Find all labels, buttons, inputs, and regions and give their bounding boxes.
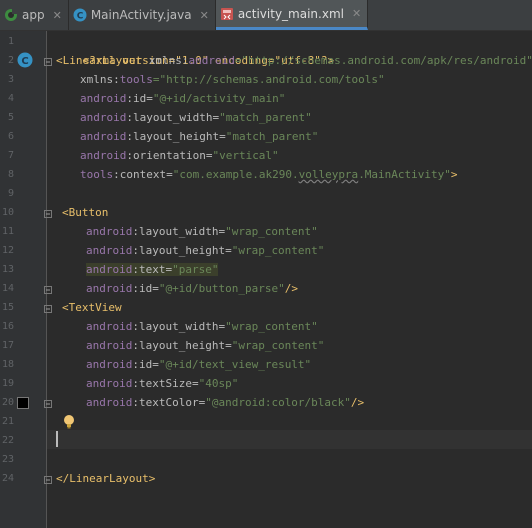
code-line: tools:context="com.example.ak290.volleyp… bbox=[80, 168, 458, 181]
class-marker-icon[interactable]: C bbox=[17, 52, 33, 71]
line-number: 14 bbox=[1, 283, 14, 294]
line-number: 17 bbox=[1, 340, 14, 351]
editor-tab-bar: app ✕ C MainActivity.java ✕ activity_mai… bbox=[0, 0, 532, 31]
code-line: android:layout_height="wrap_content" bbox=[86, 244, 325, 257]
android-module-icon bbox=[4, 8, 18, 22]
tab-mainactivity-java[interactable]: C MainActivity.java ✕ bbox=[69, 0, 216, 30]
line-number: 8 bbox=[7, 169, 14, 180]
fold-marker-icon[interactable] bbox=[44, 398, 52, 408]
fold-marker-icon[interactable] bbox=[44, 56, 52, 66]
line-number: 24 bbox=[1, 473, 14, 484]
line-number: 1 bbox=[7, 36, 14, 47]
line-number: 13 bbox=[1, 264, 14, 275]
code-line: android:layout_height="wrap_content" bbox=[86, 339, 325, 352]
close-icon[interactable]: ✕ bbox=[352, 7, 361, 20]
line-number: 4 bbox=[7, 93, 14, 104]
line-number: 18 bbox=[1, 359, 14, 370]
line-number: 16 bbox=[1, 321, 14, 332]
tab-label: MainActivity.java bbox=[90, 8, 192, 22]
code-line: <Button bbox=[62, 206, 109, 219]
line-number: 22 bbox=[1, 435, 14, 446]
code-line: <TextView bbox=[62, 301, 122, 314]
line-number: 10 bbox=[1, 207, 14, 218]
class-icon: C bbox=[73, 8, 87, 22]
line-number: 21 bbox=[1, 416, 14, 427]
code-line: android:layout_width="wrap_content" bbox=[86, 225, 318, 238]
code-line: android:orientation="vertical" bbox=[80, 149, 279, 162]
close-icon[interactable]: ✕ bbox=[200, 9, 209, 22]
line-number: 20 bbox=[1, 397, 14, 408]
code-line: android:id="@+id/activity_main" bbox=[80, 92, 286, 105]
line-number: 2 bbox=[7, 55, 14, 66]
line-number: 11 bbox=[1, 226, 14, 237]
code-editor[interactable]: 1 2 3 4 5 6 7 8 9 10 11 12 13 14 15 16 1… bbox=[0, 31, 532, 528]
tab-app[interactable]: app ✕ bbox=[0, 0, 69, 30]
code-line: </LinearLayout> bbox=[56, 472, 156, 485]
line-number: 5 bbox=[7, 112, 14, 123]
text-cursor bbox=[56, 431, 58, 447]
fold-marker-icon[interactable] bbox=[44, 303, 52, 313]
lightbulb-icon[interactable] bbox=[62, 414, 76, 432]
fold-marker-icon[interactable] bbox=[44, 208, 52, 218]
line-number: 12 bbox=[1, 245, 14, 256]
class-marker-letter: C bbox=[21, 56, 28, 67]
line-number: 3 bbox=[7, 74, 14, 85]
svg-text:C: C bbox=[77, 12, 84, 22]
line-number: 6 bbox=[7, 131, 14, 142]
code-line: android:id="@+id/text_view_result" bbox=[86, 358, 312, 371]
code-line: xmlns:tools="http://schemas.android.com/… bbox=[80, 73, 385, 86]
xml-layout-icon bbox=[220, 7, 234, 21]
line-number: 7 bbox=[7, 150, 14, 161]
code-line: <LinearLayout xmlns:android="http://sche… bbox=[56, 54, 532, 67]
code-line: android:textColor="@android:color/black"… bbox=[86, 396, 365, 409]
tab-label: app bbox=[22, 8, 45, 22]
code-line: android:layout_width="wrap_content" bbox=[86, 320, 318, 333]
code-line: android:textSize="40sp" bbox=[86, 377, 239, 390]
fold-marker-icon[interactable] bbox=[44, 474, 52, 484]
line-number: 19 bbox=[1, 378, 14, 389]
code-line: android:layout_height="match_parent" bbox=[80, 130, 319, 143]
tab-label: activity_main.xml bbox=[237, 6, 344, 21]
close-icon[interactable]: ✕ bbox=[53, 9, 62, 22]
fold-marker-icon[interactable] bbox=[44, 284, 52, 294]
line-number: 9 bbox=[7, 188, 14, 199]
code-line: android:text="parse" bbox=[86, 263, 219, 276]
line-number: 15 bbox=[1, 302, 14, 313]
tab-activity-main-xml[interactable]: activity_main.xml ✕ bbox=[215, 0, 369, 30]
line-number: 23 bbox=[1, 454, 14, 465]
code-line: android:id="@+id/button_parse"/> bbox=[86, 282, 298, 295]
color-swatch-icon[interactable] bbox=[17, 397, 29, 409]
code-line: <?xml version="1.0" encoding="utf-8"?> bbox=[82, 54, 335, 67]
current-line-highlight bbox=[47, 430, 532, 449]
code-line: android:layout_width="match_parent" bbox=[80, 111, 312, 124]
